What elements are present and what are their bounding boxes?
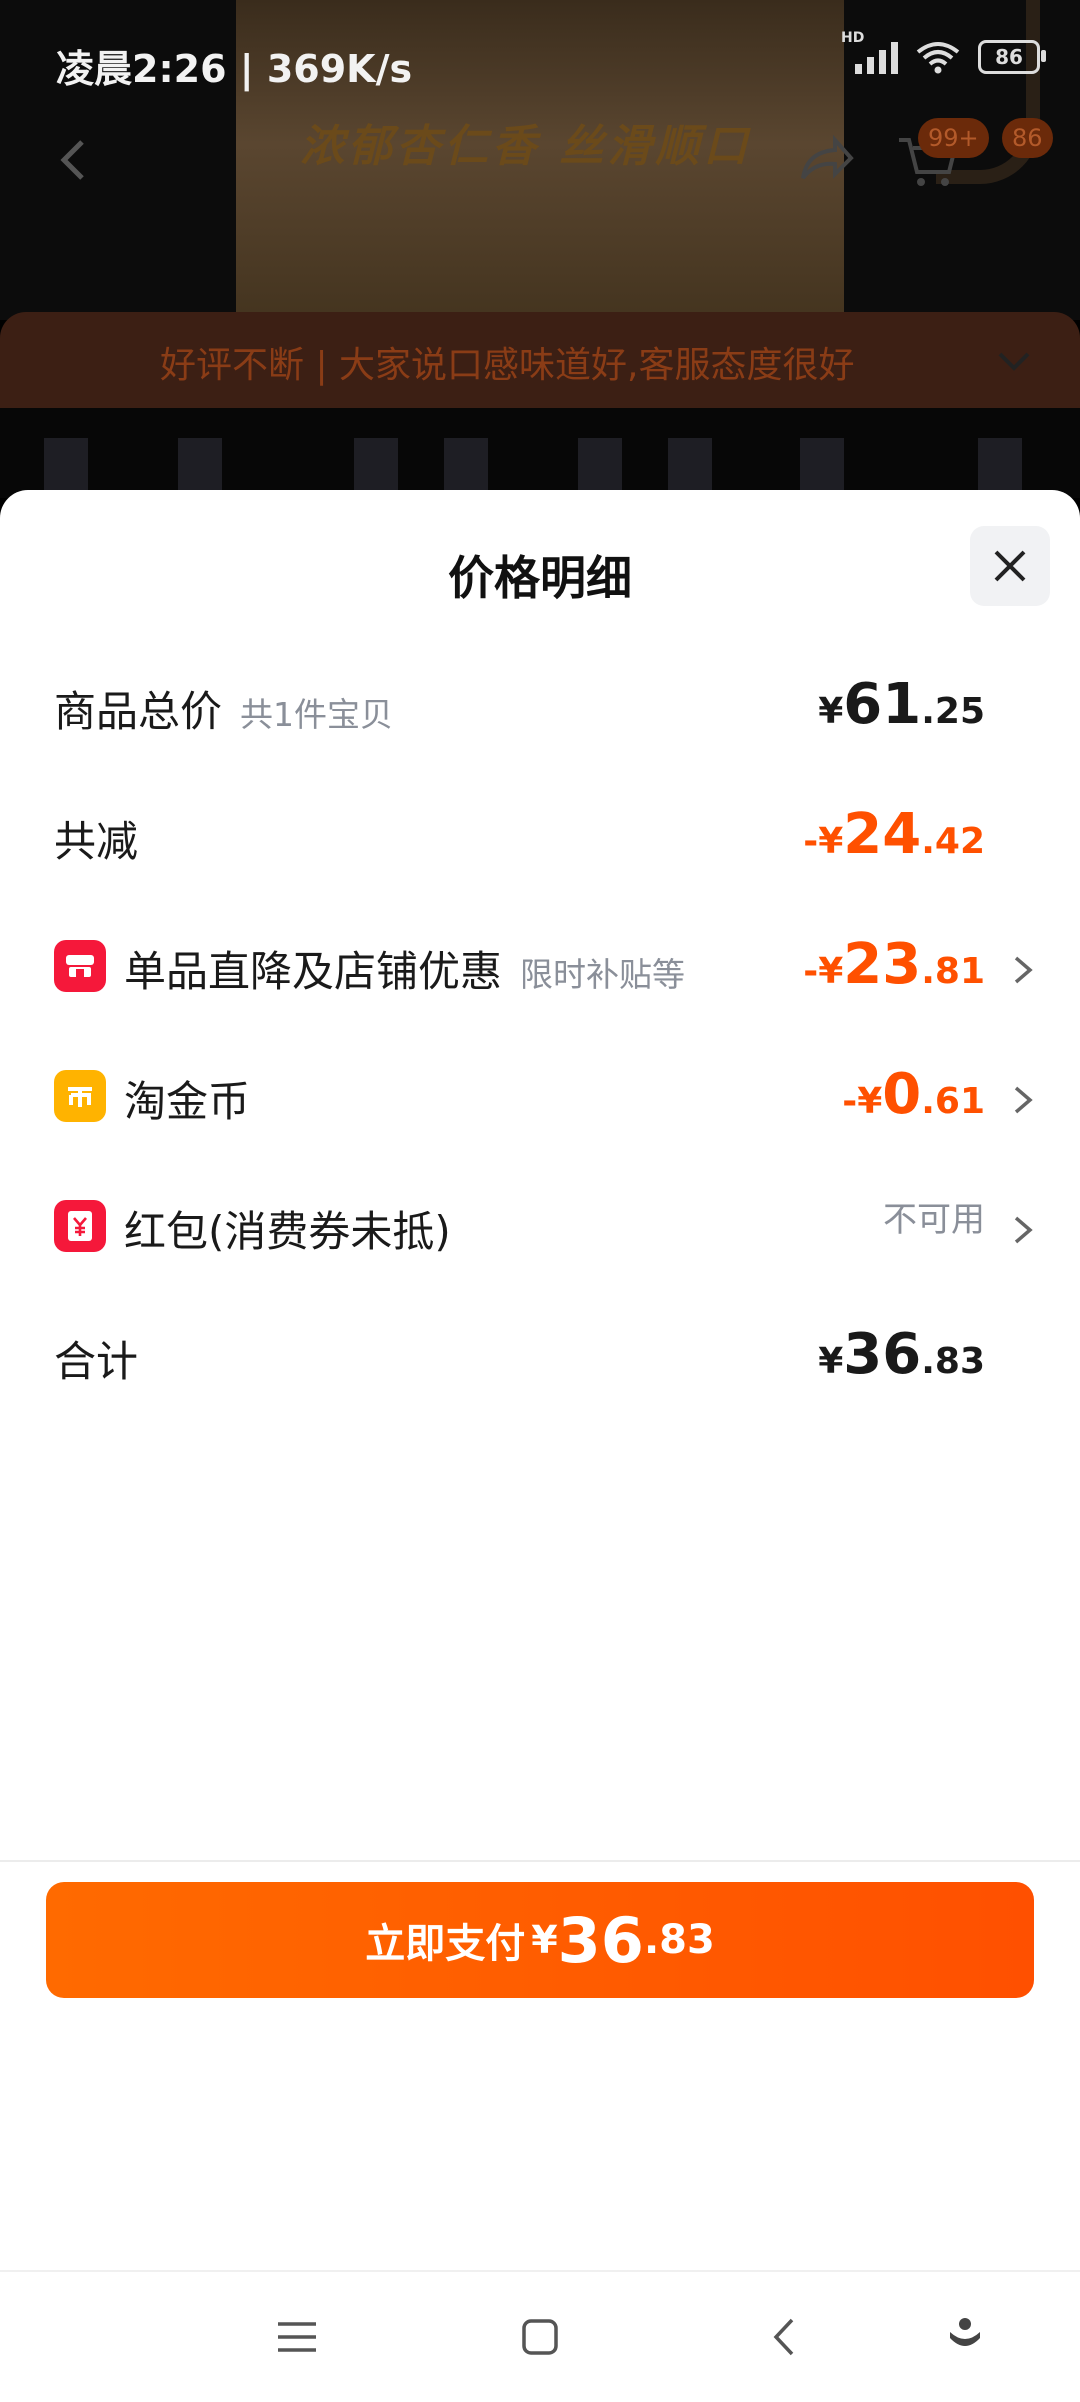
coin-icon xyxy=(54,1070,106,1122)
shop-icon xyxy=(54,940,106,992)
battery-indicator: 86 xyxy=(978,40,1046,74)
taojinbi-label: 淘金币 xyxy=(124,1077,251,1126)
review-banner[interactable]: 好评不断 | 大家说口感味道好,客服态度很好 xyxy=(0,312,1080,408)
system-nav-bar xyxy=(0,2270,1080,2402)
review-banner-text: 好评不断 | 大家说口感味道好,客服态度很好 xyxy=(160,345,855,386)
status-icons: HD 86 xyxy=(841,30,1046,74)
taojinbi-amount: -¥ 0.61 xyxy=(842,1062,985,1127)
row-taojinbi[interactable]: 淘金币 -¥ 0.61 xyxy=(0,1058,1080,1138)
reduction-amount: -¥ 24.42 xyxy=(803,802,985,867)
chevron-down-icon[interactable] xyxy=(994,340,1034,380)
chevron-right-icon xyxy=(1014,1086,1033,1114)
footer-divider xyxy=(0,1860,1080,1862)
redpacket-icon xyxy=(54,1200,106,1252)
row-sum: 合计 ¥36.83 xyxy=(0,1318,1080,1398)
sheet-title: 价格明细 xyxy=(448,551,632,605)
pay-button-label: 立即支付 xyxy=(365,1921,526,1967)
network-type: HD xyxy=(841,30,865,46)
reduction-label: 共减 xyxy=(54,817,139,866)
message-count-badge: 86 xyxy=(1002,118,1053,158)
chevron-right-icon xyxy=(1014,956,1033,984)
assistant-icon[interactable] xyxy=(940,2312,990,2362)
total-price-label: 商品总价 xyxy=(54,687,223,736)
sum-amount: ¥36.83 xyxy=(818,1322,985,1387)
thumbnail-strip xyxy=(0,408,1080,498)
wifi-icon xyxy=(916,42,960,74)
close-icon xyxy=(994,550,1026,582)
home-icon[interactable] xyxy=(515,2312,565,2362)
redpacket-label: 红包(消费券未抵) xyxy=(124,1207,451,1256)
redpacket-status: 不可用 xyxy=(883,1200,985,1240)
item-count: 共1件宝贝 xyxy=(240,695,394,734)
back-nav-icon[interactable] xyxy=(760,2312,810,2362)
shop-discount-label: 单品直降及店铺优惠 xyxy=(124,947,503,996)
price-detail-sheet: 价格明细 商品总价 共1件宝贝 ¥61.25 共减 -¥ 24.42 单品直降及店铺… xyxy=(0,490,1080,2270)
menu-icon[interactable] xyxy=(272,2312,322,2362)
product-nav-bar: 99+ 86 xyxy=(0,110,1080,210)
sum-label: 合计 xyxy=(54,1337,139,1386)
status-time: 凌晨2:26 | 369K/s xyxy=(56,47,413,91)
row-redpacket[interactable]: 红包(消费券未抵) 不可用 xyxy=(0,1188,1080,1268)
shop-discount-sub: 限时补贴等 xyxy=(520,955,686,994)
status-bar: 凌晨2:26 | 369K/s HD 86 xyxy=(0,0,1080,120)
chevron-right-icon xyxy=(1014,1216,1033,1244)
share-icon[interactable] xyxy=(795,130,855,190)
pay-now-button[interactable]: 立即支付 ¥36.83 xyxy=(46,1882,1034,1998)
total-price-amount: ¥61.25 xyxy=(818,672,985,737)
close-button[interactable] xyxy=(970,526,1050,606)
cart-count-badge: 99+ xyxy=(918,118,989,158)
shop-discount-amount: -¥ 23.81 xyxy=(803,932,985,997)
row-total-price: 商品总价 共1件宝贝 ¥61.25 xyxy=(0,668,1080,748)
row-shop-discount[interactable]: 单品直降及店铺优惠 限时补贴等 -¥ 23.81 xyxy=(0,928,1080,1008)
signal-icon: HD xyxy=(841,30,898,74)
back-icon[interactable] xyxy=(44,130,104,190)
row-total-reduction: 共减 -¥ 24.42 xyxy=(0,798,1080,878)
